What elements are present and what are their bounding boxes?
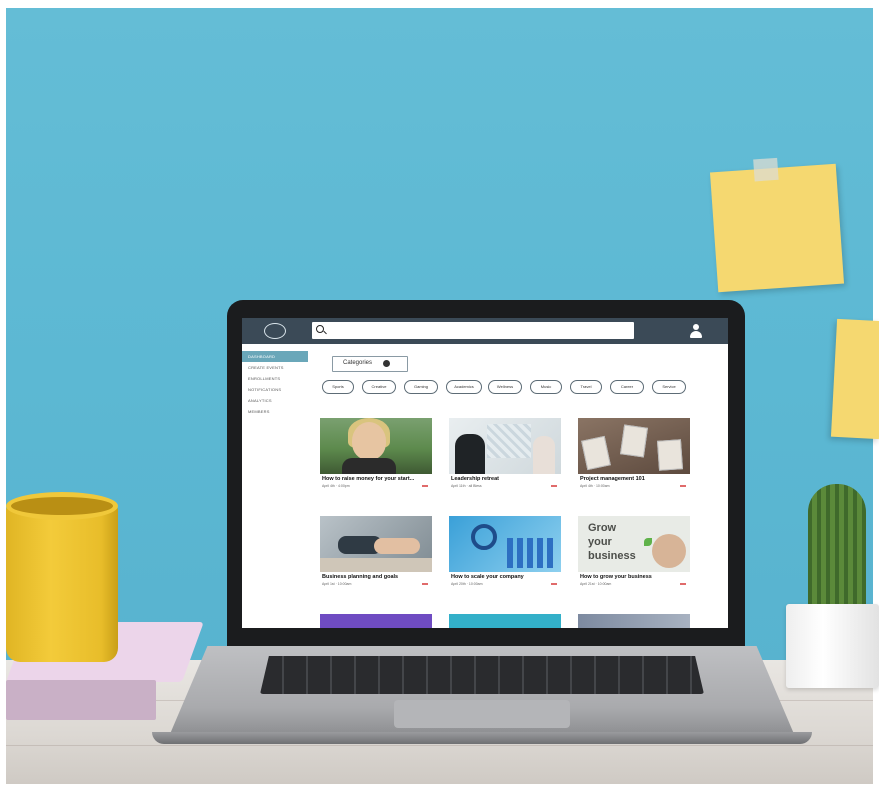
- event-thumbnail: [320, 614, 432, 628]
- mug-rim: [6, 492, 118, 520]
- tape: [753, 157, 779, 182]
- mug-body: [6, 506, 118, 662]
- chevron-down-icon: [383, 360, 390, 367]
- event-card[interactable]: How to scale your company April 20th · 1…: [449, 516, 561, 592]
- user-icon[interactable]: [689, 323, 703, 339]
- event-card[interactable]: Project management 101 April 4th · 10:00…: [578, 418, 690, 494]
- sticky-note: [830, 318, 879, 440]
- event-card[interactable]: [578, 614, 690, 628]
- event-title: How to raise money for your start...: [322, 476, 415, 482]
- event-thumbnail: [578, 614, 690, 628]
- sidebar-item-notifications[interactable]: Notifications: [242, 384, 312, 395]
- event-title: Leadership retreat: [451, 476, 499, 482]
- event-meta: April 11th · all Bless: [451, 484, 482, 488]
- touchpad: [394, 700, 570, 728]
- filter-chip-sports[interactable]: Sports: [322, 380, 354, 394]
- filter-chip-wellness[interactable]: Wellness: [488, 380, 522, 394]
- book-pages: [6, 680, 156, 720]
- user-head: [693, 324, 699, 330]
- event-meta: April 21st · 10:00am: [580, 582, 612, 586]
- logo-icon[interactable]: [264, 323, 286, 339]
- sticky-note: [709, 157, 845, 293]
- event-card[interactable]: Business planning and goals April 1st · …: [320, 516, 432, 592]
- filter-chip-travel[interactable]: Travel: [570, 380, 602, 394]
- event-thumbnail: [449, 516, 561, 572]
- sidebar-item-analytics[interactable]: Analytics: [242, 395, 312, 406]
- event-badge: [551, 583, 557, 585]
- event-card[interactable]: Leadership retreat April 11th · all Bles…: [449, 418, 561, 494]
- event-title: How to grow your business: [580, 574, 652, 580]
- event-title: Business planning and goals: [322, 574, 399, 580]
- laptop-base: [152, 646, 812, 744]
- search-icon: [316, 325, 324, 333]
- filter-chip-row: Sports Creative Gaming Academics Wellnes…: [322, 380, 728, 396]
- sidebar-item-dashboard[interactable]: Dashboard: [242, 351, 308, 362]
- desk-grain: [6, 745, 873, 746]
- event-thumbnail: [449, 614, 561, 628]
- photo-scene: Dashboard Create Events Enrollments Noti…: [0, 0, 879, 790]
- search-input[interactable]: [312, 322, 634, 339]
- categories-select[interactable]: Categories: [332, 356, 408, 372]
- mug: [6, 492, 118, 662]
- sidebar-item-members[interactable]: Members: [242, 406, 312, 417]
- event-meta: April 4th · 10:00am: [580, 484, 610, 488]
- thumb-text: business: [588, 550, 636, 562]
- event-thumbnail: [578, 418, 690, 474]
- filter-chip-service[interactable]: Service: [652, 380, 686, 394]
- event-thumbnail: Grow your business: [578, 516, 690, 572]
- event-meta: April 20th · 10:00am: [451, 582, 483, 586]
- event-card[interactable]: How to raise money for your start... Apr…: [320, 418, 432, 494]
- filter-chip-gaming[interactable]: Gaming: [404, 380, 438, 394]
- event-badge: [680, 583, 686, 585]
- cactus: [808, 484, 866, 614]
- event-thumbnail: [320, 418, 432, 474]
- event-meta: April 1st · 10:00am: [322, 582, 352, 586]
- laptop-lip: [152, 732, 812, 744]
- sidebar-item-enrollments[interactable]: Enrollments: [242, 373, 312, 384]
- filter-chip-creative[interactable]: Creative: [362, 380, 396, 394]
- user-torso: [690, 331, 702, 338]
- event-thumbnail: [449, 418, 561, 474]
- event-meta: April 4th · 4:00pm: [322, 484, 350, 488]
- top-bar: [242, 318, 728, 344]
- event-badge: [422, 583, 428, 585]
- event-badge: [422, 485, 428, 487]
- event-title: Project management 101: [580, 476, 645, 482]
- event-card[interactable]: Grow your business How to grow your busi…: [578, 516, 690, 592]
- event-badge: [551, 485, 557, 487]
- filter-chip-music[interactable]: Music: [530, 380, 562, 394]
- event-title: How to scale your company: [451, 574, 524, 580]
- leaf-icon: [644, 538, 652, 546]
- event-badge: [680, 485, 686, 487]
- filter-chip-career[interactable]: Career: [610, 380, 644, 394]
- app-window: Dashboard Create Events Enrollments Noti…: [242, 318, 728, 628]
- keyboard: [260, 656, 704, 694]
- filter-chip-academics[interactable]: Academics: [446, 380, 482, 394]
- categories-label: Categories: [343, 360, 373, 366]
- event-card[interactable]: [449, 614, 561, 628]
- thumb-text: your: [588, 536, 612, 548]
- thumb-text: Grow: [588, 522, 617, 534]
- sidebar-item-create-events[interactable]: Create Events: [242, 362, 312, 373]
- event-card[interactable]: [320, 614, 432, 628]
- event-thumbnail: [320, 516, 432, 572]
- sidebar: Dashboard Create Events Enrollments Noti…: [242, 344, 312, 628]
